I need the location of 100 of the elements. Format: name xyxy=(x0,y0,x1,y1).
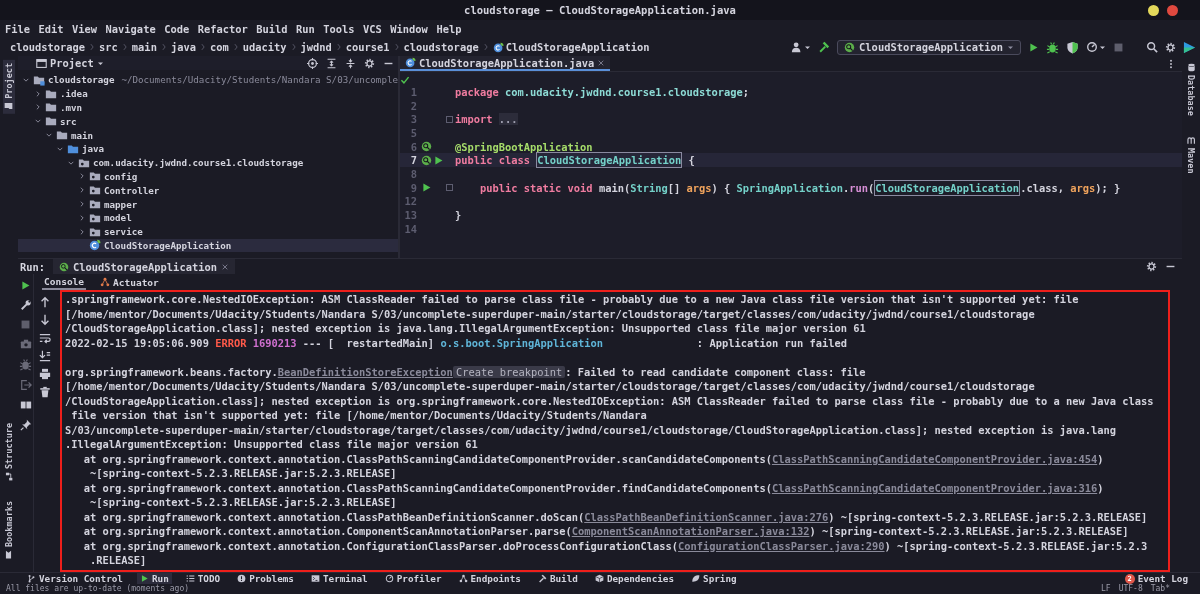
run-configuration-dropdown[interactable]: CloudStorageApplication xyxy=(837,39,1021,55)
fold-icon[interactable] xyxy=(446,184,453,192)
tool-window-button[interactable]: Terminal xyxy=(307,573,371,584)
breadcrumb-item[interactable]: cloudstorage xyxy=(403,41,479,53)
gauge-icon[interactable] xyxy=(1086,41,1098,53)
tree-item[interactable]: .idea xyxy=(60,88,88,100)
side-tab[interactable]: Bookmarks xyxy=(3,497,15,562)
event-log-button[interactable]: Event Log xyxy=(1137,573,1188,584)
tree-item[interactable]: main xyxy=(71,129,94,141)
tree-item[interactable]: src xyxy=(60,115,77,127)
close-icon[interactable] xyxy=(597,58,606,67)
settings-icon[interactable] xyxy=(1165,41,1176,53)
tree-item[interactable]: mapper xyxy=(104,198,138,210)
file-link[interactable]: ClassPathScanningCandidateComponentProvider.java:454 xyxy=(771,452,1098,465)
tool-window-button[interactable]: Version Control xyxy=(24,573,126,584)
play-icon[interactable] xyxy=(421,182,432,194)
tool-window-button[interactable]: Problems xyxy=(234,573,297,584)
tree-item[interactable]: .mvn xyxy=(60,102,83,113)
menu-item[interactable]: Refactor xyxy=(197,23,248,35)
exit-icon[interactable] xyxy=(19,379,32,391)
collapse-all-icon[interactable] xyxy=(345,57,356,69)
bug-icon[interactable] xyxy=(1046,40,1059,54)
file-link[interactable]: ComponentScanAnnotationParser.java:132 xyxy=(571,525,810,537)
breadcrumb-item[interactable]: java xyxy=(170,41,196,53)
tree-item[interactable]: java xyxy=(82,143,105,155)
menu-item[interactable]: Build xyxy=(256,23,288,35)
breadcrumb-item[interactable]: course1 xyxy=(345,41,390,53)
settings-icon[interactable] xyxy=(364,57,375,69)
tool-window-button[interactable]: Run xyxy=(136,573,172,584)
menu-item[interactable]: Navigate xyxy=(105,23,156,35)
file-link[interactable]: BeanDefinitionStoreException xyxy=(277,365,453,378)
editor-tab[interactable]: CloudStorageApplication.java xyxy=(400,56,611,71)
wrap-icon[interactable] xyxy=(39,332,51,344)
trash-icon[interactable] xyxy=(39,386,51,398)
pin-icon[interactable] xyxy=(19,419,32,431)
breadcrumb-item[interactable]: src xyxy=(99,41,118,53)
side-tab[interactable]: Project xyxy=(3,60,15,114)
arrow-down-icon[interactable] xyxy=(39,314,51,326)
menu-item[interactable]: View xyxy=(72,23,98,35)
play-icon[interactable] xyxy=(20,280,31,291)
tree-item[interactable]: model xyxy=(104,212,132,224)
file-link[interactable]: ClassPathBeanDefinitionScanner.java:276 xyxy=(584,510,829,523)
menu-item[interactable]: Code xyxy=(164,23,190,35)
minimize-button[interactable] xyxy=(1148,4,1159,16)
logo-icon[interactable] xyxy=(1183,40,1196,54)
camera-icon[interactable] xyxy=(19,338,32,350)
expand-all-icon[interactable] xyxy=(326,57,337,69)
tool-window-button[interactable]: TODO xyxy=(182,573,224,584)
menu-item[interactable]: Window xyxy=(390,23,428,35)
tree-item[interactable]: service xyxy=(104,226,143,238)
tool-window-button[interactable]: Endpoints xyxy=(455,573,524,584)
file-link[interactable]: ConfigurationClassParser.java:290 xyxy=(678,539,885,552)
file-link[interactable]: ClassPathScanningCandidateComponentProvider.java:316 xyxy=(771,481,1098,494)
tool-window-button[interactable]: Build xyxy=(534,573,581,584)
print-icon[interactable] xyxy=(39,368,51,380)
tree-item[interactable]: com.udacity.jwdnd.course1.cloudstorage xyxy=(93,157,304,169)
shield-icon[interactable] xyxy=(1066,40,1079,54)
tool-window-button[interactable]: Profiler xyxy=(381,573,445,584)
scroll-to-end-icon[interactable] xyxy=(39,350,51,362)
tree-item[interactable]: CloudStorageApplication xyxy=(104,239,232,251)
console-tab[interactable]: Actuator xyxy=(98,274,161,290)
chevron-down-icon[interactable] xyxy=(33,117,42,126)
tree-item[interactable]: config xyxy=(104,170,138,182)
breadcrumb-item[interactable]: cloudstorage xyxy=(10,41,86,53)
panel-title[interactable]: Project xyxy=(50,57,94,69)
breadcrumb-item[interactable]: com xyxy=(209,41,229,53)
tool-window-button[interactable]: Spring xyxy=(688,573,740,584)
status-item[interactable]: UTF-8 xyxy=(1118,584,1143,594)
breakpoint-hint[interactable]: Create breakpoint xyxy=(452,365,566,378)
target-icon[interactable] xyxy=(307,57,318,69)
status-item[interactable]: LF xyxy=(1101,584,1111,594)
close-button[interactable] xyxy=(1167,4,1178,16)
side-tab[interactable]: Structure xyxy=(3,419,15,484)
menu-item[interactable]: Help xyxy=(436,23,462,35)
side-tab[interactable]: Database xyxy=(1185,60,1197,119)
bean-icon[interactable] xyxy=(421,154,432,166)
breadcrumb-item[interactable]: jwdnd xyxy=(300,41,332,53)
stop-icon[interactable] xyxy=(20,319,31,330)
breadcrumb-item[interactable]: CloudStorageApplication xyxy=(505,41,650,53)
fold-icon[interactable] xyxy=(446,115,453,123)
wrench-icon[interactable] xyxy=(19,299,32,311)
search-icon[interactable] xyxy=(1146,41,1158,53)
chevron-down-icon[interactable] xyxy=(44,131,53,140)
side-tab[interactable]: Maven xyxy=(1185,132,1197,177)
tree-item[interactable]: cloudstorage xyxy=(48,74,115,86)
menu-item[interactable]: VCS xyxy=(363,23,382,35)
tool-window-button[interactable]: Dependencies xyxy=(591,573,678,584)
breadcrumb-item[interactable]: main xyxy=(131,41,157,53)
menu-item[interactable]: Run xyxy=(296,23,315,35)
console-tab[interactable]: Console xyxy=(42,274,87,290)
arrow-up-icon[interactable] xyxy=(39,296,51,308)
tree-item[interactable]: Controller xyxy=(104,184,160,196)
menu-item[interactable]: Edit xyxy=(38,23,64,35)
menu-item[interactable]: Tools xyxy=(323,23,355,35)
bug-icon[interactable] xyxy=(19,358,32,371)
stop-icon[interactable] xyxy=(1113,41,1124,53)
status-item[interactable]: Tab* xyxy=(1150,584,1170,594)
run-tab[interactable]: CloudStorageApplication xyxy=(53,259,235,274)
play-icon[interactable] xyxy=(433,154,444,166)
settings-icon[interactable] xyxy=(1146,261,1157,272)
